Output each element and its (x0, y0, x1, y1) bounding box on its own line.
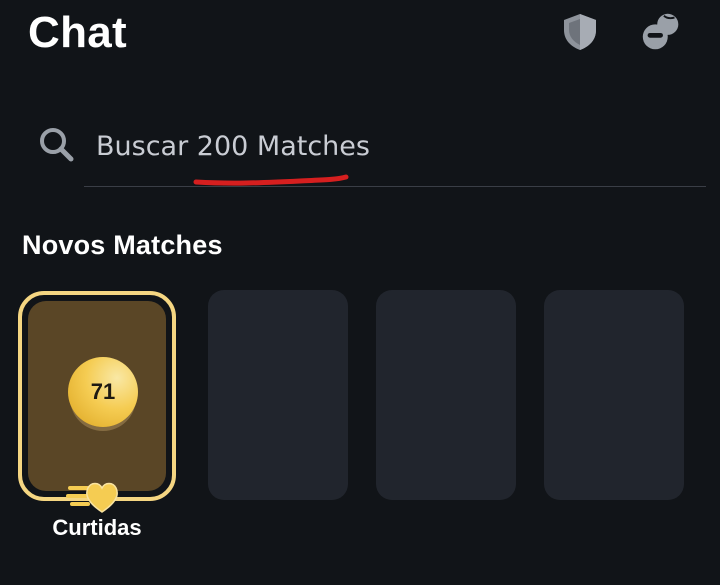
flying-heart-icon (66, 482, 118, 513)
likes-count-badge: 71 (68, 357, 138, 427)
section-title-new-matches: Novos Matches (22, 230, 223, 260)
likes-card[interactable]: 71 (18, 291, 176, 501)
match-card-placeholder[interactable] (208, 290, 348, 500)
shield-icon[interactable] (556, 8, 604, 56)
red-underline-annotation (193, 174, 349, 186)
match-card-placeholder[interactable] (376, 290, 516, 500)
search-underline (84, 186, 706, 187)
likes-card-label: Curtidas (52, 515, 142, 540)
search-bar[interactable] (36, 118, 706, 188)
match-pair-icon[interactable] (638, 8, 686, 56)
search-icon (40, 128, 74, 162)
likes-card-background: 71 (28, 301, 166, 491)
search-input[interactable] (96, 124, 656, 168)
match-card-placeholder[interactable] (544, 290, 684, 500)
page-title: Chat (28, 8, 127, 57)
